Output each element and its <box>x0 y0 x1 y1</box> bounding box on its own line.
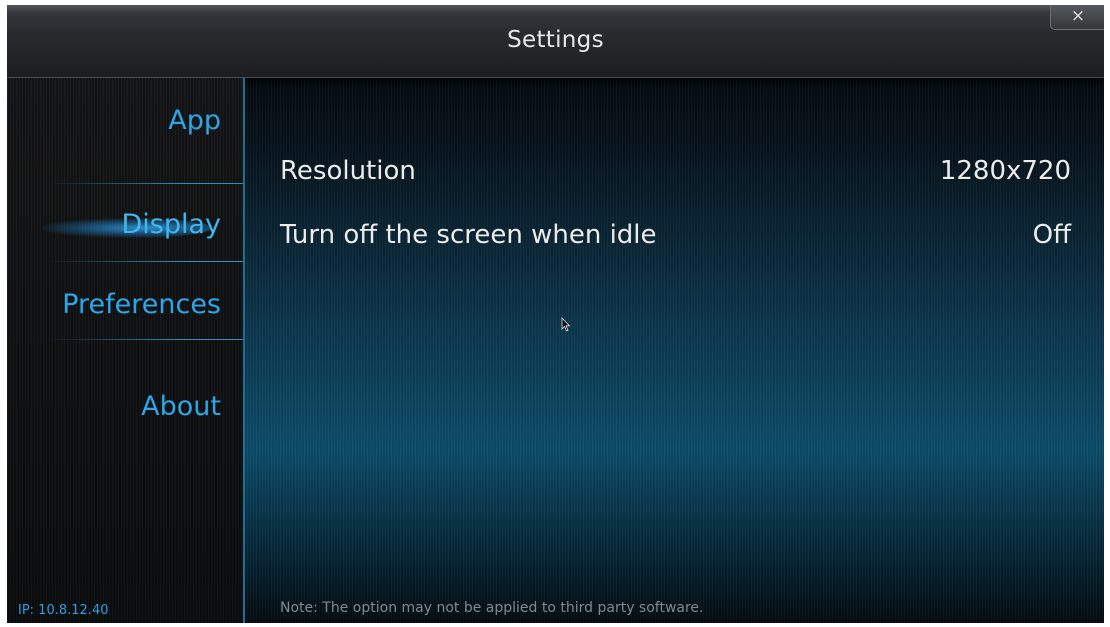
setting-label: Turn off the screen when idle <box>280 220 657 250</box>
setting-value: 1280x720 <box>939 156 1071 186</box>
sidebar-item-preferences[interactable]: Preferences <box>7 262 243 340</box>
sidebar-item-display[interactable]: Display <box>7 184 243 262</box>
sidebar-item-about[interactable]: About <box>7 340 243 422</box>
title-bar: Settings × <box>7 5 1104 78</box>
close-button[interactable]: × <box>1050 5 1104 30</box>
sidebar-item-label: Preferences <box>62 289 221 320</box>
sidebar-item-label: About <box>141 391 221 422</box>
close-icon: × <box>1070 6 1086 26</box>
sidebar: App Display Preferences About <box>7 78 245 623</box>
setting-row-screen-idle[interactable]: Turn off the screen when idle Off <box>280 220 1071 260</box>
window-title: Settings <box>507 27 604 53</box>
sidebar-item-label: Display <box>121 209 221 240</box>
setting-label: Resolution <box>280 156 416 186</box>
setting-value: Off <box>1032 220 1071 250</box>
note-text: Note: The option may not be applied to t… <box>280 600 704 616</box>
sidebar-item-app[interactable]: App <box>7 78 243 156</box>
ip-address-label: IP: 10.8.12.40 <box>18 603 109 618</box>
sidebar-item-label: App <box>168 105 221 136</box>
setting-row-resolution[interactable]: Resolution 1280x720 <box>280 156 1071 196</box>
mouse-cursor-icon <box>561 317 571 332</box>
settings-window: Settings × App Display Preferences About… <box>7 5 1104 623</box>
